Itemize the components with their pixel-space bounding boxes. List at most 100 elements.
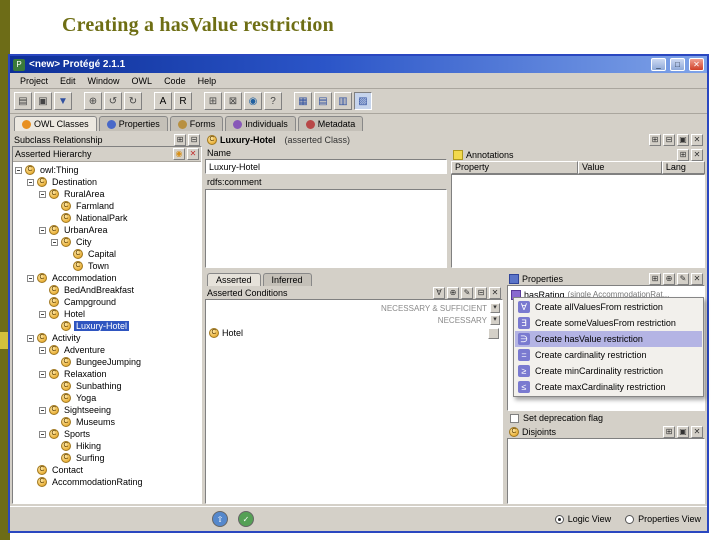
menu-item[interactable]: ≥ Create minCardinality restriction bbox=[515, 363, 702, 379]
class-tree-row[interactable]: C BedAndBreakfast bbox=[13, 284, 201, 296]
class-tree-row[interactable]: C Sports bbox=[13, 428, 201, 440]
edit-expression-icon[interactable]: ✎ bbox=[461, 286, 473, 299]
menubar-item[interactable]: Project bbox=[14, 75, 54, 87]
expander-icon[interactable] bbox=[39, 370, 46, 378]
individuals-view-icon[interactable]: ▥ bbox=[334, 92, 352, 110]
menubar-item[interactable]: OWL bbox=[126, 75, 159, 87]
menu-item[interactable]: ∃ Create someValuesFrom restriction bbox=[515, 315, 702, 331]
disjoints-list[interactable] bbox=[507, 438, 705, 504]
menubar-item[interactable]: Help bbox=[192, 75, 223, 87]
menubar-item[interactable]: Edit bbox=[54, 75, 82, 87]
build-ontology-icon[interactable]: ⊕ bbox=[84, 92, 102, 110]
close-form-icon[interactable]: ✕ bbox=[691, 133, 703, 146]
create-restriction-icon[interactable]: ∀ bbox=[433, 286, 445, 299]
menu-item[interactable]: = Create cardinality restriction bbox=[515, 347, 702, 363]
help-icon[interactable]: ? bbox=[264, 92, 282, 110]
redo-icon[interactable]: ↻ bbox=[124, 92, 142, 110]
class-tree-row[interactable]: C Contact bbox=[13, 464, 201, 476]
add-property-icon[interactable]: ⊕ bbox=[663, 272, 675, 285]
class-tree-row[interactable]: C AccommodationRating bbox=[13, 476, 201, 488]
forms-view-icon[interactable]: ▤ bbox=[314, 92, 332, 110]
remove-property-icon[interactable]: ✕ bbox=[691, 272, 703, 285]
expander-icon[interactable] bbox=[39, 310, 46, 318]
class-tree-row[interactable]: C Activity bbox=[13, 332, 201, 344]
add-sibling-disjoints-icon[interactable]: ▣ bbox=[677, 425, 689, 438]
class-tree-row[interactable]: C owl:Thing bbox=[13, 164, 201, 176]
menu-item[interactable]: ∋ Create hasValue restriction bbox=[515, 331, 702, 347]
classes-view-icon[interactable]: ▦ bbox=[294, 92, 312, 110]
class-tree-row[interactable]: C Hotel bbox=[13, 308, 201, 320]
annotations-table-body[interactable] bbox=[451, 174, 705, 268]
expander-icon[interactable] bbox=[39, 346, 46, 354]
group-dropdown-icon[interactable]: ▾ bbox=[490, 315, 500, 325]
expander-icon[interactable] bbox=[39, 190, 46, 198]
class-tree-row[interactable]: C Sightseeing bbox=[13, 404, 201, 416]
expander-icon[interactable] bbox=[39, 226, 46, 234]
class-tree-row[interactable]: C BungeeJumping bbox=[13, 356, 201, 368]
class-tree-row[interactable]: C Relaxation bbox=[13, 368, 201, 380]
form-layout-icon[interactable]: ▣ bbox=[677, 133, 689, 146]
main-tab[interactable]: Properties bbox=[98, 116, 168, 131]
undo-icon[interactable]: ↺ bbox=[104, 92, 122, 110]
class-tree-row[interactable]: C Museums bbox=[13, 416, 201, 428]
extract-icon[interactable]: ⊠ bbox=[224, 92, 242, 110]
open-project-icon[interactable]: ▣ bbox=[34, 92, 52, 110]
remove-condition-icon[interactable]: ⊟ bbox=[475, 286, 487, 299]
expand-form-icon[interactable]: ⊞ bbox=[649, 133, 661, 146]
expander-icon[interactable] bbox=[39, 406, 46, 414]
expander-icon[interactable] bbox=[27, 334, 34, 342]
menubar-item[interactable]: Code bbox=[158, 75, 192, 87]
delete-class-icon[interactable]: ✕ bbox=[187, 148, 199, 160]
assertion-view-tab[interactable]: Asserted bbox=[207, 273, 261, 286]
web-reference-icon[interactable]: ◉ bbox=[244, 92, 262, 110]
delete-condition-icon[interactable]: ✕ bbox=[489, 286, 501, 299]
menu-item[interactable]: ≤ Create maxCardinality restriction bbox=[515, 379, 702, 395]
maximize-icon[interactable]: □ bbox=[670, 58, 685, 71]
deprecation-checkbox[interactable] bbox=[510, 413, 519, 423]
minimize-icon[interactable]: _ bbox=[651, 58, 666, 71]
add-named-class-icon[interactable]: ⊕ bbox=[447, 286, 459, 299]
class-name-input[interactable] bbox=[205, 159, 447, 174]
class-tree-row[interactable]: C UrbanArea bbox=[13, 224, 201, 236]
main-tab[interactable]: Individuals bbox=[225, 116, 296, 131]
group-dropdown-icon[interactable]: ▾ bbox=[490, 303, 500, 313]
menubar-item[interactable]: Window bbox=[82, 75, 126, 87]
expander-icon[interactable] bbox=[51, 238, 58, 246]
metadata-view-icon[interactable]: ▨ bbox=[354, 92, 372, 110]
delete-disjoint-icon[interactable]: ✕ bbox=[691, 425, 703, 438]
annotation-a-icon[interactable]: A bbox=[154, 92, 172, 110]
save-project-icon[interactable]: ▼ bbox=[54, 92, 72, 110]
create-class-icon[interactable]: ◉ bbox=[173, 148, 185, 160]
condition-row[interactable]: C Hotel bbox=[206, 326, 502, 340]
close-icon[interactable]: ✕ bbox=[689, 58, 704, 71]
main-tab[interactable]: OWL Classes bbox=[14, 116, 97, 131]
condition-inference-icon[interactable] bbox=[488, 327, 499, 339]
main-tab[interactable]: Metadata bbox=[297, 116, 364, 131]
collapse-form-icon[interactable]: ⊟ bbox=[663, 133, 675, 146]
rdfs-comment-input[interactable] bbox=[205, 189, 447, 268]
class-tree-row[interactable]: C Campground bbox=[13, 296, 201, 308]
class-tree-row[interactable]: C RuralArea bbox=[13, 188, 201, 200]
create-property-icon[interactable]: ⊞ bbox=[649, 272, 661, 285]
expander-icon[interactable] bbox=[27, 178, 34, 186]
class-tree-row[interactable]: C Town bbox=[13, 260, 201, 272]
delete-annotation-icon[interactable]: ✕ bbox=[691, 148, 703, 161]
jump-to-class-icon[interactable]: ⇧ bbox=[212, 511, 228, 527]
class-tree-row[interactable]: C Surfing bbox=[13, 452, 201, 464]
class-tree-row[interactable]: C Sunbathing bbox=[13, 380, 201, 392]
refresh-icon[interactable]: ✓ bbox=[238, 511, 254, 527]
class-tree-row[interactable]: C Capital bbox=[13, 248, 201, 260]
create-annotation-icon[interactable]: ⊞ bbox=[677, 148, 689, 161]
menu-item[interactable]: ∀ Create allValuesFrom restriction bbox=[515, 299, 702, 315]
annotation-r-icon[interactable]: R bbox=[174, 92, 192, 110]
assertion-view-tab[interactable]: Inferred bbox=[262, 273, 312, 286]
edit-property-icon[interactable]: ✎ bbox=[677, 272, 689, 285]
expand-all-icon[interactable]: ⊞ bbox=[174, 133, 186, 146]
add-disjoint-icon[interactable]: ⊞ bbox=[663, 425, 675, 438]
expander-icon[interactable] bbox=[27, 274, 34, 282]
class-tree-row[interactable]: C Destination bbox=[13, 176, 201, 188]
properties-view-radio[interactable]: Properties View bbox=[625, 514, 701, 524]
class-tree-row[interactable]: C City bbox=[13, 236, 201, 248]
class-tree-row[interactable]: C Yoga bbox=[13, 392, 201, 404]
main-tab[interactable]: Forms bbox=[169, 116, 224, 131]
